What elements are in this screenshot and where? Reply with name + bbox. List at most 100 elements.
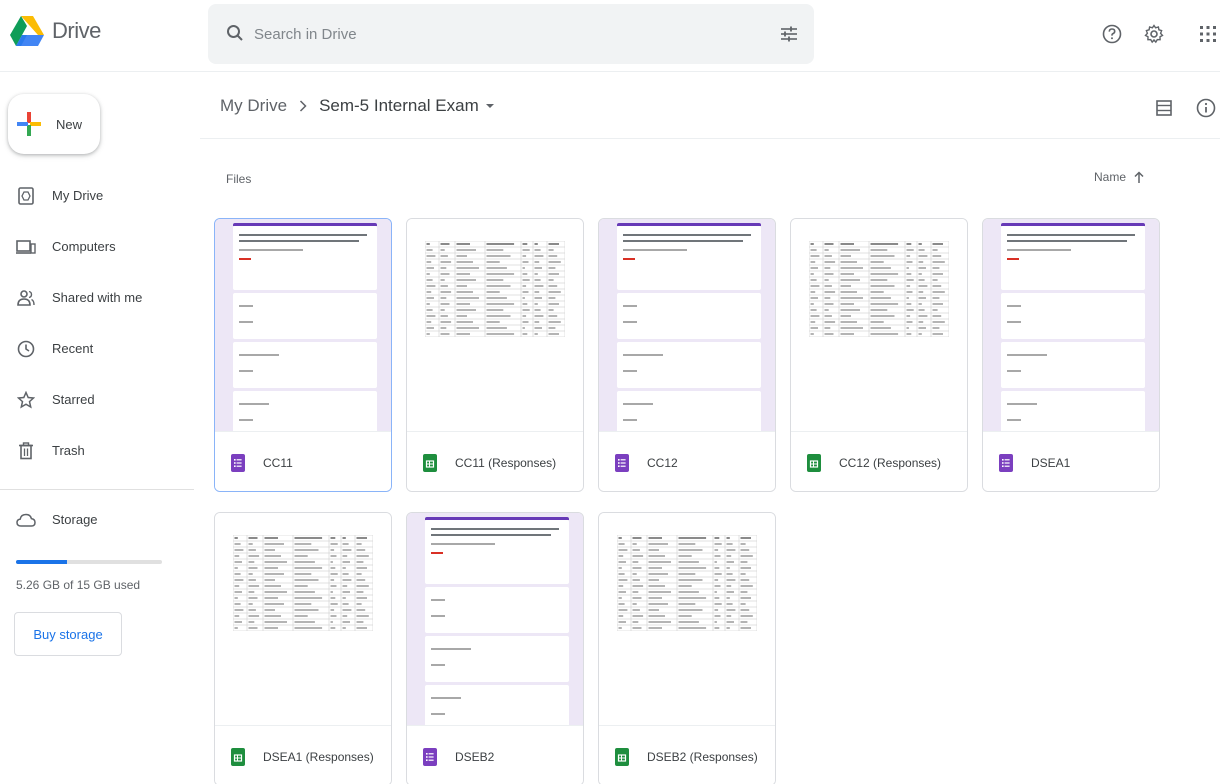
breadcrumb: My Drive Sem-5 Internal Exam [220, 96, 495, 116]
sidebar-item-label: My Drive [52, 188, 104, 203]
file-card-footer[interactable]: DSEB2 [407, 725, 583, 784]
help-icon [1102, 24, 1122, 44]
logo-text: Drive [52, 18, 101, 43]
google-forms-icon [423, 747, 437, 766]
sidebar-item-starred[interactable]: Starred [0, 374, 200, 425]
cloud-icon [16, 513, 36, 527]
form-preview [617, 223, 761, 431]
sidebar-item-label: Shared with me [52, 290, 143, 305]
spreadsheet-preview [425, 241, 565, 337]
google-forms-icon [231, 453, 245, 472]
google-forms-icon [999, 453, 1013, 472]
sidebar-item-my-drive[interactable]: My Drive [0, 170, 200, 221]
my-drive-icon [16, 186, 36, 206]
file-name: DSEA1 (Responses) [263, 749, 374, 764]
file-thumbnail[interactable] [215, 513, 391, 725]
google-sheets-icon [615, 747, 629, 766]
settings-button[interactable] [1142, 22, 1166, 46]
file-thumbnail[interactable] [215, 219, 391, 431]
apps-button[interactable] [1196, 22, 1220, 46]
storage-label: Storage [52, 512, 98, 527]
details-button[interactable] [1194, 96, 1218, 120]
file-card[interactable]: DSEA1 [982, 218, 1160, 492]
spreadsheet-preview [233, 535, 373, 631]
file-card-footer[interactable]: DSEA1 (Responses) [215, 725, 391, 784]
file-card-footer[interactable]: DSEA1 [983, 431, 1159, 491]
search-bar[interactable] [208, 4, 814, 64]
form-preview [1001, 223, 1145, 431]
spreadsheet-preview [809, 241, 949, 337]
file-card[interactable]: CC12 [598, 218, 776, 492]
sidebar-divider [0, 489, 194, 490]
search-icon[interactable] [226, 24, 244, 42]
file-card[interactable]: CC11 [214, 218, 392, 492]
sidebar-item-shared-with-me[interactable]: Shared with me [0, 272, 200, 323]
file-thumbnail[interactable] [983, 219, 1159, 431]
drive-logo[interactable]: Drive [10, 16, 101, 46]
file-name: DSEB2 [455, 749, 495, 764]
file-thumbnail[interactable] [599, 513, 775, 725]
sidebar-item-label: Computers [52, 239, 116, 254]
list-view-icon [1156, 100, 1172, 116]
google-sheets-icon [807, 453, 821, 472]
breadcrumb-current[interactable]: Sem-5 Internal Exam [319, 96, 479, 116]
file-thumbnail[interactable] [599, 219, 775, 431]
file-card[interactable]: CC12 (Responses) [790, 218, 968, 492]
file-card[interactable]: CC11 (Responses) [406, 218, 584, 492]
search-options-icon[interactable] [780, 26, 798, 42]
star-icon [16, 390, 36, 410]
search-input[interactable] [254, 20, 754, 48]
google-forms-icon [615, 453, 629, 472]
buy-storage-button[interactable]: Buy storage [14, 612, 122, 656]
info-icon [1196, 98, 1216, 118]
sidebar-nav: My Drive Computers Shared with me Recent… [0, 170, 200, 476]
plus-icon [17, 112, 41, 136]
computer-icon [16, 237, 36, 257]
sort-label: Name [1094, 170, 1127, 184]
drive-logo-icon [10, 16, 44, 46]
sidebar-item-computers[interactable]: Computers [0, 221, 200, 272]
file-name: DSEA1 [1031, 455, 1071, 470]
file-name: CC12 (Responses) [839, 455, 942, 470]
gear-icon [1144, 24, 1164, 44]
file-card-footer[interactable]: CC11 [215, 431, 391, 491]
list-view-button[interactable] [1152, 96, 1176, 120]
people-icon [16, 288, 36, 308]
file-name: CC11 (Responses) [455, 455, 557, 470]
file-thumbnail[interactable] [407, 513, 583, 725]
google-sheets-icon [231, 747, 245, 766]
storage-progress-fill [16, 560, 68, 564]
chevron-down-icon[interactable] [485, 103, 495, 109]
help-button[interactable] [1100, 22, 1124, 46]
top-bar: Drive [0, 0, 1220, 72]
sidebar-item-storage[interactable]: Storage [16, 512, 98, 527]
files-section-label: Files [226, 172, 252, 186]
apps-grid-icon [1200, 26, 1216, 42]
file-card[interactable]: DSEA1 (Responses) [214, 512, 392, 784]
sort-by-name-button[interactable]: Name [1094, 170, 1144, 184]
file-thumbnail[interactable] [791, 219, 967, 431]
file-name: DSEB2 (Responses) [647, 749, 758, 764]
new-button-label: New [56, 116, 83, 132]
file-card-footer[interactable]: CC11 (Responses) [407, 431, 583, 491]
file-card[interactable]: DSEB2 (Responses) [598, 512, 776, 784]
sidebar-item-recent[interactable]: Recent [0, 323, 200, 374]
google-sheets-icon [423, 453, 437, 472]
new-button[interactable]: New [8, 94, 100, 154]
breadcrumb-root[interactable]: My Drive [220, 96, 287, 116]
sidebar-item-trash[interactable]: Trash [0, 425, 200, 476]
sidebar-item-label: Starred [52, 392, 95, 407]
file-thumbnail[interactable] [407, 219, 583, 431]
file-card-footer[interactable]: CC12 (Responses) [791, 431, 967, 491]
file-name: CC11 [263, 455, 293, 470]
sidebar-item-label: Trash [52, 443, 85, 458]
file-card-footer[interactable]: DSEB2 (Responses) [599, 725, 775, 784]
clock-icon [16, 339, 36, 359]
form-preview [233, 223, 377, 431]
arrow-up-icon[interactable] [1134, 171, 1144, 183]
spreadsheet-preview [617, 535, 757, 631]
file-card-footer[interactable]: CC12 [599, 431, 775, 491]
file-card[interactable]: DSEB2 [406, 512, 584, 784]
chevron-right-icon [299, 100, 307, 112]
storage-progress-bar [16, 560, 162, 564]
